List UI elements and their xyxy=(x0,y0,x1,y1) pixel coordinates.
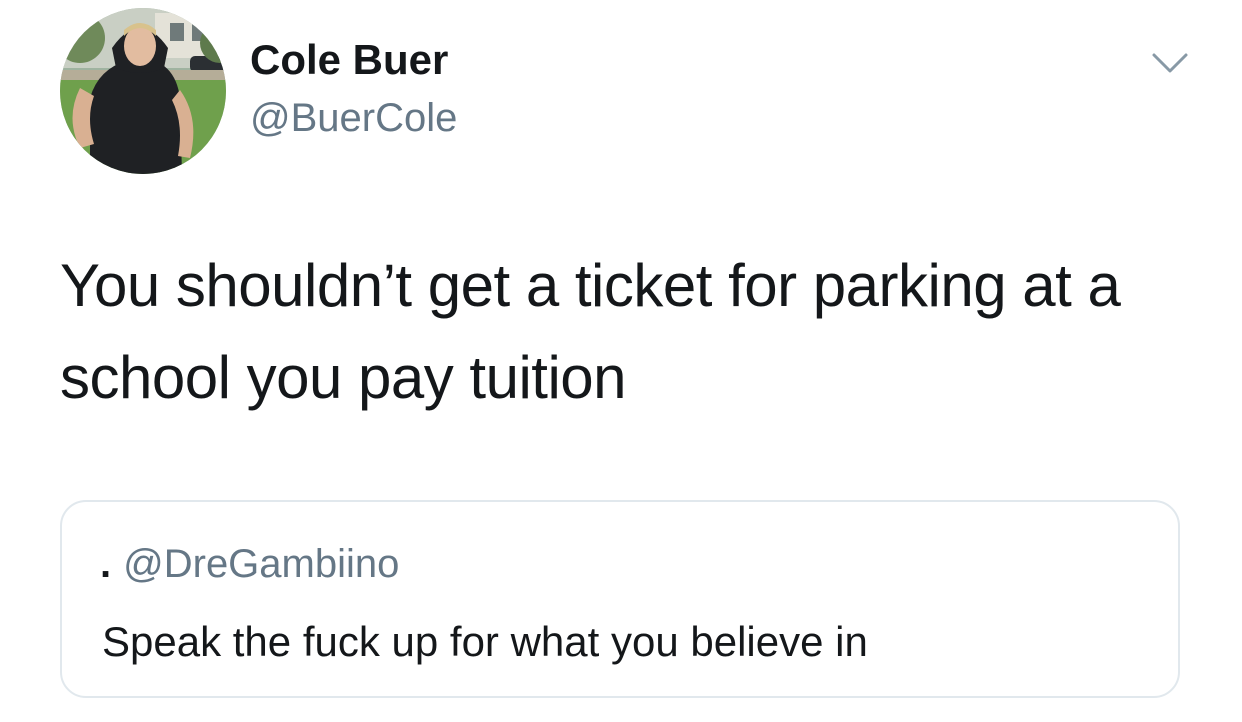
tweet-text: You shouldn’t get a ticket for parking a… xyxy=(60,252,1121,411)
quoted-tweet-header: . @DreGambiino xyxy=(100,542,399,587)
quoted-tweet-card[interactable]: . @DreGambiino Speak the fuck up for what… xyxy=(60,500,1180,698)
avatar-photo xyxy=(60,8,226,174)
quoted-author-display-name: . xyxy=(100,542,112,586)
quoted-author-handle: @DreGambiino xyxy=(123,542,400,586)
author-handle[interactable]: @BuerCole xyxy=(250,96,457,141)
author-display-name[interactable]: Cole Buer xyxy=(250,36,448,84)
quoted-tweet-text: Speak the fuck up for what you believe i… xyxy=(102,618,868,665)
chevron-down-icon[interactable] xyxy=(1150,48,1190,78)
author-avatar[interactable] xyxy=(60,8,226,174)
